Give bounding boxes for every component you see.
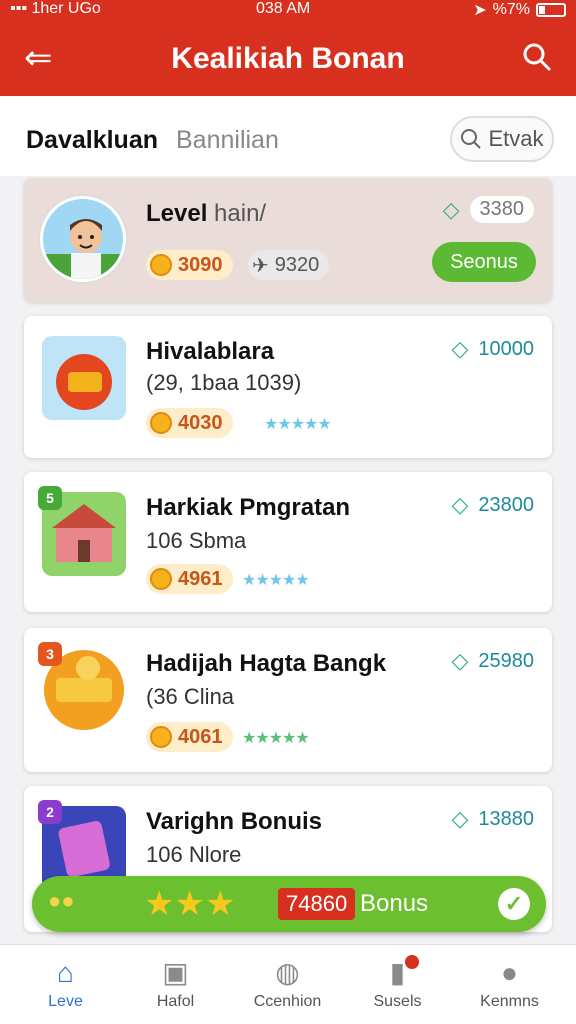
level-title: Level hain/ [146, 200, 266, 228]
coin-icon [150, 254, 172, 276]
app-header: ▪▪▪ 1her UGo 038 AM ➤ %7% ⇐ Kealikiah Bo… [0, 0, 576, 96]
bottom-tab-bar: ⌂ Leve ▣ Hafol ◍ Ccenhion ▮ Susels ● Ken… [0, 944, 576, 1024]
notification-dot [405, 955, 419, 969]
section-header: Davalkluan Bannilian Etvak [0, 96, 576, 176]
tag-icon: ◇ [451, 492, 469, 517]
page-title: Kealikiah Bonan [171, 42, 405, 75]
bonus-label: Bonus [360, 890, 429, 917]
tab-hafol[interactable]: ▣ Hafol [118, 953, 233, 1011]
tab-label: Kenmns [480, 993, 539, 1010]
level-tag: ◇ 3380 [443, 196, 534, 223]
level-secondary-value: 9320 [274, 253, 320, 276]
item-subtitle: (36 Clina [146, 684, 235, 709]
section-title: Davalkluan [26, 126, 159, 154]
tab-label: Hafol [156, 993, 195, 1010]
location-icon: ➤ [473, 2, 487, 19]
bonus-bar[interactable]: ●● ★★★ 74860 Bonus ✓ [32, 876, 546, 932]
battery-icon [536, 3, 566, 17]
item-subtitle: 106 Sbma [146, 528, 247, 553]
item-tag: ◇ 10000 [451, 336, 534, 362]
item-rank-badge: 2 [38, 800, 62, 824]
coins-icon: ●● [48, 888, 75, 913]
level-card[interactable]: Level hain/ ◇ 3380 3090 ✈ 9320 Seonus [24, 178, 552, 302]
rating-stars: ★★★★★ [242, 572, 310, 589]
filter-label: Etvak [488, 126, 544, 151]
filter-button[interactable]: Etvak [450, 116, 554, 162]
item-coins: 4061 [146, 722, 233, 752]
item-subtitle: (29, 1baa 1039) [146, 370, 302, 395]
item-title: Harkiak Pmgratan [146, 494, 351, 521]
item-coins: 4030 [146, 408, 233, 438]
item-thumbnail [42, 336, 126, 420]
battery-percent: %7% [492, 1, 530, 18]
tab-ccenhion[interactable]: ◍ Ccenhion [230, 953, 345, 1011]
status-icons: ➤ %7% [473, 0, 566, 20]
coin-icon [150, 412, 172, 434]
item-rank-badge: 3 [38, 642, 62, 666]
nav-bar: ⇐ Kealikiah Bonan [0, 38, 576, 82]
bonus-button[interactable]: Seonus [432, 242, 536, 282]
tab-label: Ccenhion [253, 993, 322, 1010]
item-tag: ◇ 13880 [451, 806, 534, 832]
item-rank-badge: 5 [38, 486, 62, 510]
item-subtitle: 106 Nlore [146, 842, 242, 867]
item-coins: 4961 [146, 564, 233, 594]
tag-icon: ◇ [442, 196, 460, 222]
item-tag: ◇ 23800 [451, 492, 534, 518]
rating-stars: ★★★★★ [242, 730, 310, 747]
tab-label: Susels [373, 993, 422, 1010]
item-value: 10000 [478, 337, 534, 360]
chat-icon: ◍ [275, 957, 300, 988]
item-title: Hivalablara [146, 338, 275, 365]
item-coins-value: 4061 [178, 725, 223, 748]
tag-icon: ◇ [451, 806, 469, 831]
status-time: 038 AM [256, 0, 311, 17]
tag-icon: ◇ [451, 336, 469, 361]
coin-icon [150, 568, 172, 590]
list-item[interactable]: 5 Harkiak Pmgratan 106 Sbma 4961 ★★★★★ ◇… [24, 472, 552, 612]
section-subtitle: Bannilian [176, 126, 279, 154]
home-icon: ⌂ [57, 957, 74, 988]
item-value: 25980 [478, 649, 534, 672]
coin-icon [150, 726, 172, 748]
box-icon: ▣ [162, 957, 189, 988]
status-bar: ▪▪▪ 1her UGo 038 AM ➤ %7% [0, 0, 576, 22]
item-coins-value: 4961 [178, 567, 223, 590]
search-icon[interactable] [522, 42, 552, 72]
item-coins-value: 4030 [178, 411, 223, 434]
bonus-value: 74860 [278, 888, 356, 920]
list-item[interactable]: Hivalablara (29, 1baa 1039) 4030 ★★★★★ ◇… [24, 316, 552, 458]
item-value: 13880 [478, 807, 534, 830]
list-item[interactable]: 3 Hadijah Hagta Bangk (36 Clina 4061 ★★★… [24, 628, 552, 772]
tab-label: Leve [48, 993, 83, 1010]
level-title-muted: hain/ [214, 200, 267, 227]
check-icon[interactable]: ✓ [498, 888, 530, 920]
item-title: Varighn Bonuis [146, 808, 323, 835]
plane-icon: ✈ [252, 254, 269, 277]
level-coins: 3090 [146, 250, 233, 280]
user-icon: ● [501, 957, 518, 988]
tab-leve[interactable]: ⌂ Leve [8, 953, 123, 1011]
rating-stars: ★★★★★ [264, 416, 332, 433]
status-carrier: ▪▪▪ 1her UGo [10, 0, 101, 17]
level-title-main: Level [146, 200, 208, 227]
stars-icon: ★★★ [144, 885, 236, 923]
level-secondary: ✈ 9320 [248, 250, 330, 280]
search-icon [461, 129, 482, 149]
tag-icon: ◇ [451, 648, 469, 673]
tab-susels[interactable]: ▮ Susels [340, 953, 455, 1011]
level-tag-value: 3380 [469, 196, 534, 223]
avatar [40, 196, 126, 282]
tab-kenmns[interactable]: ● Kenmns [452, 953, 567, 1011]
level-coins-value: 3090 [178, 253, 223, 276]
bell-icon: ▮ [340, 953, 455, 993]
item-value: 23800 [478, 493, 534, 516]
item-tag: ◇ 25980 [451, 648, 534, 674]
item-title: Hadijah Hagta Bangk [146, 650, 387, 677]
